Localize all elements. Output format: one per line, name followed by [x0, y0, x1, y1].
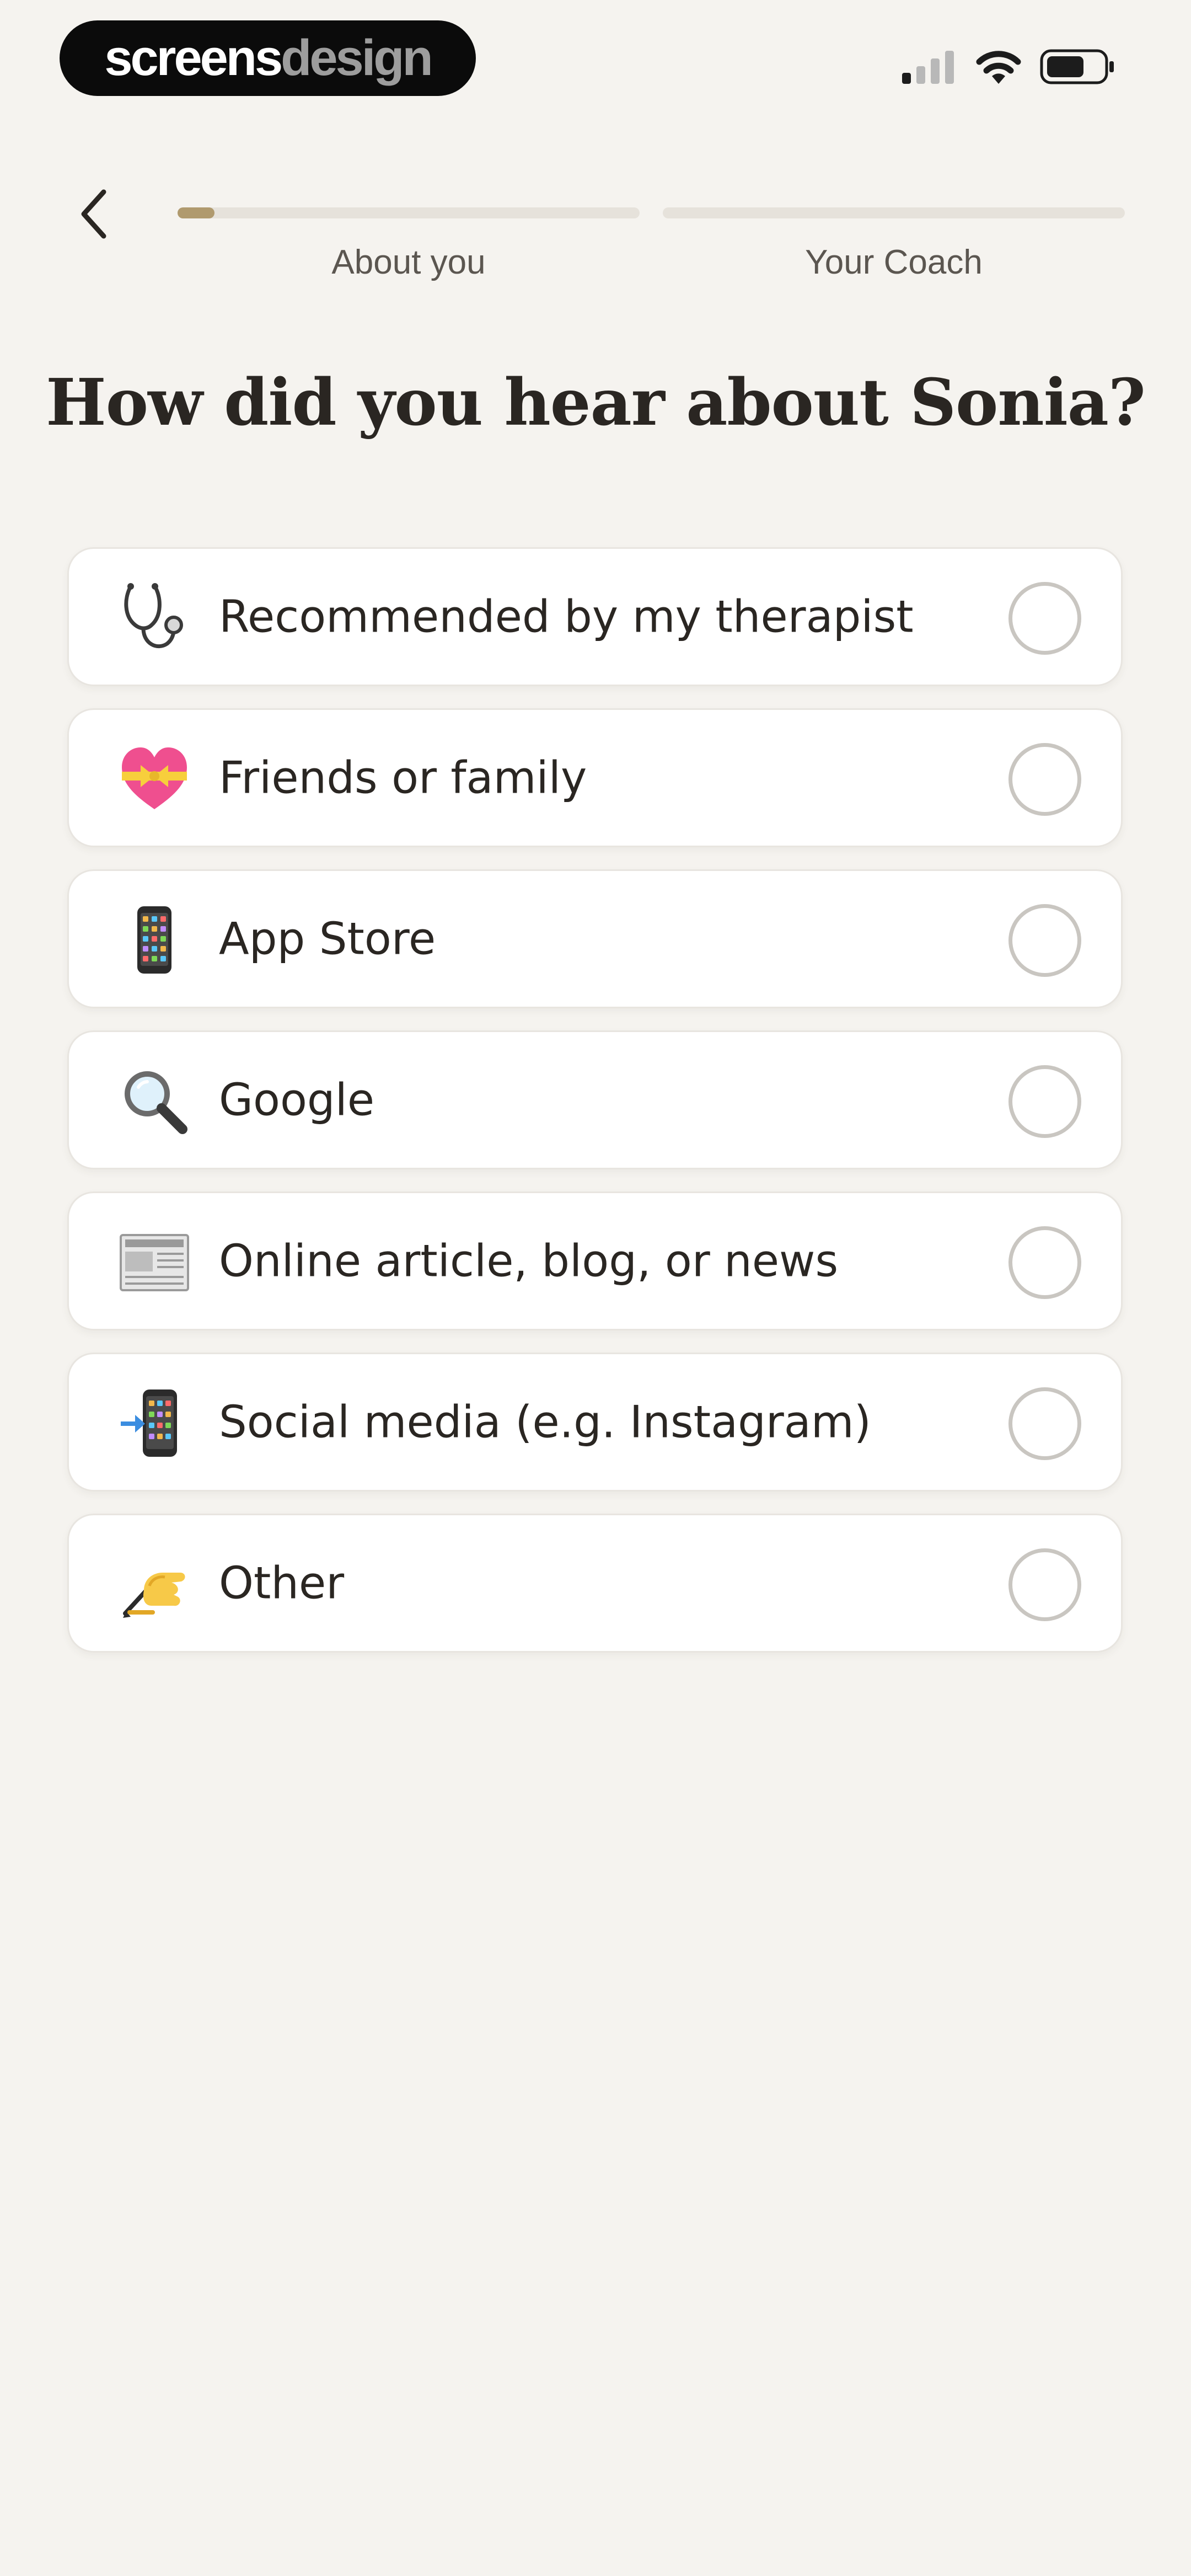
battery-icon: [1040, 49, 1114, 84]
option-social-media[interactable]: Social media (e.g. Instagram): [67, 1353, 1123, 1492]
phone-arrow-icon: [119, 1387, 190, 1459]
chevron-left-icon: [81, 189, 106, 238]
back-button[interactable]: [66, 179, 121, 248]
radio-button[interactable]: [1008, 743, 1081, 816]
option-google[interactable]: Google: [67, 1030, 1123, 1169]
logo-text-screens: screens: [104, 30, 283, 86]
option-other[interactable]: Other: [67, 1514, 1123, 1653]
option-label: Recommended by my therapist: [219, 591, 914, 643]
status-bar: screens design: [0, 0, 1191, 127]
magnifying-glass-icon: [119, 1065, 190, 1137]
step-label-about-you: About you: [331, 243, 486, 281]
radio-button[interactable]: [1008, 1548, 1081, 1621]
radio-button[interactable]: [1008, 1387, 1081, 1460]
option-app-store[interactable]: App Store: [67, 869, 1123, 1008]
progress-fill-about-you: [178, 207, 215, 218]
option-label: Social media (e.g. Instagram): [219, 1396, 871, 1448]
option-label: Friends or family: [219, 752, 587, 804]
option-therapist[interactable]: Recommended by my therapist: [67, 547, 1123, 686]
radio-button[interactable]: [1008, 1065, 1081, 1138]
progress-bar-about-you: [178, 207, 640, 218]
screensdesign-logo: screens design: [60, 20, 476, 96]
progress-bar-your-coach: [663, 207, 1125, 218]
newspaper-icon: [119, 1226, 190, 1298]
option-label: Online article, blog, or news: [219, 1235, 839, 1287]
writing-hand-icon: [119, 1548, 190, 1620]
radio-button[interactable]: [1008, 904, 1081, 977]
option-label: Google: [219, 1074, 375, 1126]
heart-gift-icon: [119, 743, 190, 815]
option-online-article[interactable]: Online article, blog, or news: [67, 1191, 1123, 1330]
cellular-signal-icon: [902, 51, 954, 84]
mobile-phone-icon: [119, 904, 190, 976]
radio-button[interactable]: [1008, 1226, 1081, 1299]
radio-button[interactable]: [1008, 582, 1081, 655]
options-list: Recommended by my therapist Friends or f…: [67, 547, 1123, 1675]
logo-text-design: design: [281, 30, 433, 86]
stethoscope-icon: [119, 582, 190, 654]
option-friends-family[interactable]: Friends or family: [67, 708, 1123, 847]
step-label-your-coach: Your Coach: [805, 243, 983, 281]
page-title: How did you hear about Sonia?: [46, 365, 1146, 440]
wifi-icon: [976, 51, 1021, 84]
option-label: Other: [219, 1557, 345, 1609]
option-label: App Store: [219, 913, 436, 965]
